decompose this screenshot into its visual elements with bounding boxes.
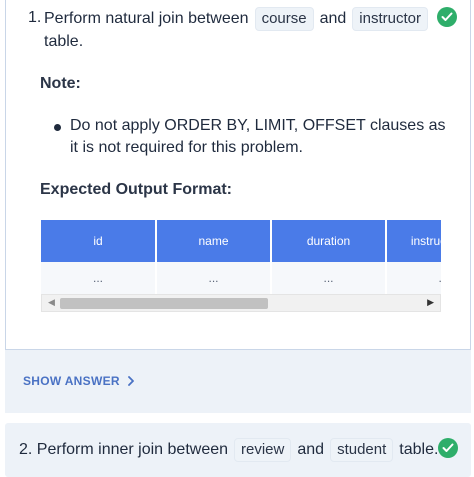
question-text-before: Perform inner join between [36,441,229,458]
table-cell: ... [41,262,157,294]
question-text-mid: and [297,441,325,458]
show-answer-bar: SHOW ANSWER [5,350,471,413]
table-cell: ... [156,262,272,294]
note-title: Note: [40,75,81,92]
column-header-duration: duration [271,220,387,262]
show-answer-label: SHOW ANSWER [23,374,120,388]
expected-output-title: Expected Output Format: [40,181,233,198]
question-card-2[interactable]: 2. Perform inner join between review and st… [5,423,471,477]
scroll-right-icon[interactable]: ▶ [427,297,434,308]
note-item: Do not apply ORDER BY, LIMIT, OFFSET cla… [70,117,446,156]
scroll-left-icon[interactable]: ◀ [48,297,55,308]
code-instructor: instructor [352,7,428,31]
question-text-before: Perform natural join between [44,10,249,27]
question-2-text: 2. Perform inner join between review and st… [19,438,459,462]
table-row: ... ... ... ... [41,262,441,294]
code-student: student [330,438,394,462]
question-text-after: table. [399,441,439,458]
check-circle-icon [438,438,458,458]
question-card-1: 1. Perform natural join between course and… [5,0,471,350]
code-course: course [254,7,314,31]
question-text-mid: and [319,10,347,27]
column-header-id: id [41,220,157,262]
check-circle-icon [437,7,457,27]
bullet-icon [54,124,61,131]
question-text-after: table. [44,33,84,50]
chevron-right-icon [127,376,134,386]
table-cell: ... [386,262,441,294]
question-number: 1. [28,9,42,26]
code-review: review [234,438,292,462]
column-header-instructor-id: instructor_id [386,220,441,262]
column-header-name: name [156,220,272,262]
scroll-thumb[interactable] [60,298,268,309]
question-number: 2. [19,441,33,458]
show-answer-button[interactable]: SHOW ANSWER [23,374,135,388]
horizontal-scrollbar[interactable]: ◀ ▶ [41,294,441,312]
table-cell: ... [271,262,387,294]
